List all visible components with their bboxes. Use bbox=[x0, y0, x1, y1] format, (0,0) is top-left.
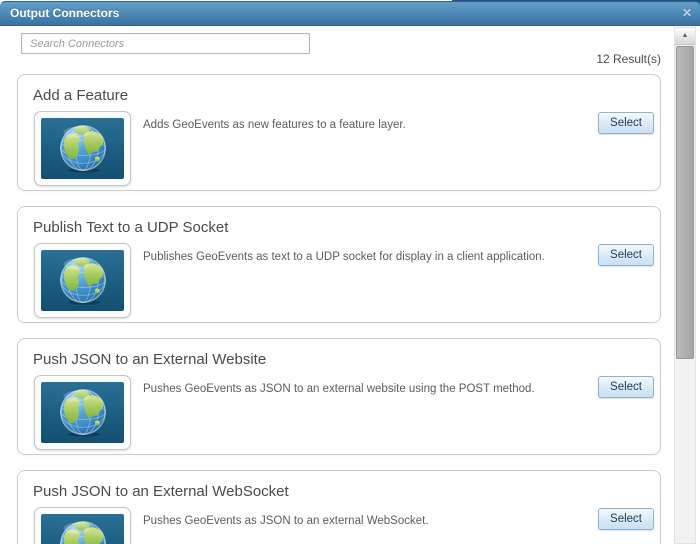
connector-thumbnail bbox=[34, 111, 131, 186]
connector-card: Push JSON to an External WebSocket Pushe… bbox=[17, 470, 661, 544]
globe-icon bbox=[41, 382, 124, 443]
dialog-body: 12 Result(s) Add a Feature bbox=[0, 26, 700, 544]
globe-icon bbox=[41, 514, 124, 544]
connector-description: Pushes GeoEvents as JSON to an external … bbox=[143, 383, 535, 395]
connector-card: Publish Text to a UDP Socket Publishes G… bbox=[17, 206, 661, 323]
close-icon[interactable]: ✕ bbox=[682, 2, 692, 25]
select-button[interactable]: Select bbox=[598, 376, 654, 398]
connector-title: Push JSON to an External Website bbox=[33, 351, 267, 368]
connector-card: Add a Feature Adds GeoEvents as new feat… bbox=[17, 74, 661, 191]
dialog-titlebar[interactable]: Output Connectors ✕ bbox=[0, 1, 700, 26]
connector-description: Adds GeoEvents as new features to a feat… bbox=[143, 119, 406, 131]
vertical-scrollbar[interactable]: ▲ bbox=[674, 27, 696, 544]
scrollbar-thumb[interactable] bbox=[676, 46, 694, 359]
globe-icon bbox=[41, 118, 124, 179]
results-count: 12 Result(s) bbox=[596, 52, 661, 66]
search-input[interactable] bbox=[21, 33, 310, 54]
connector-description: Pushes GeoEvents as JSON to an external … bbox=[143, 515, 429, 527]
select-button[interactable]: Select bbox=[598, 244, 654, 266]
connector-description: Publishes GeoEvents as text to a UDP soc… bbox=[143, 251, 545, 263]
connector-title: Publish Text to a UDP Socket bbox=[33, 219, 229, 236]
connector-list: Add a Feature Adds GeoEvents as new feat… bbox=[17, 74, 661, 544]
select-button[interactable]: Select bbox=[598, 112, 654, 134]
connector-thumbnail bbox=[34, 243, 131, 318]
scroll-up-button[interactable]: ▲ bbox=[675, 28, 695, 45]
connector-thumbnail bbox=[34, 507, 131, 544]
dialog-title: Output Connectors bbox=[10, 6, 120, 20]
connector-title: Push JSON to an External WebSocket bbox=[33, 483, 289, 500]
globe-icon bbox=[41, 250, 124, 311]
connector-thumbnail bbox=[34, 375, 131, 450]
connector-title: Add a Feature bbox=[33, 87, 129, 104]
select-button[interactable]: Select bbox=[598, 508, 654, 530]
scroll-up-arrow-icon: ▲ bbox=[681, 32, 689, 39]
output-connectors-dialog: Output Connectors ✕ 12 Result(s) Add a F… bbox=[0, 0, 700, 544]
connector-card: Push JSON to an External Website Pushes … bbox=[17, 338, 661, 455]
